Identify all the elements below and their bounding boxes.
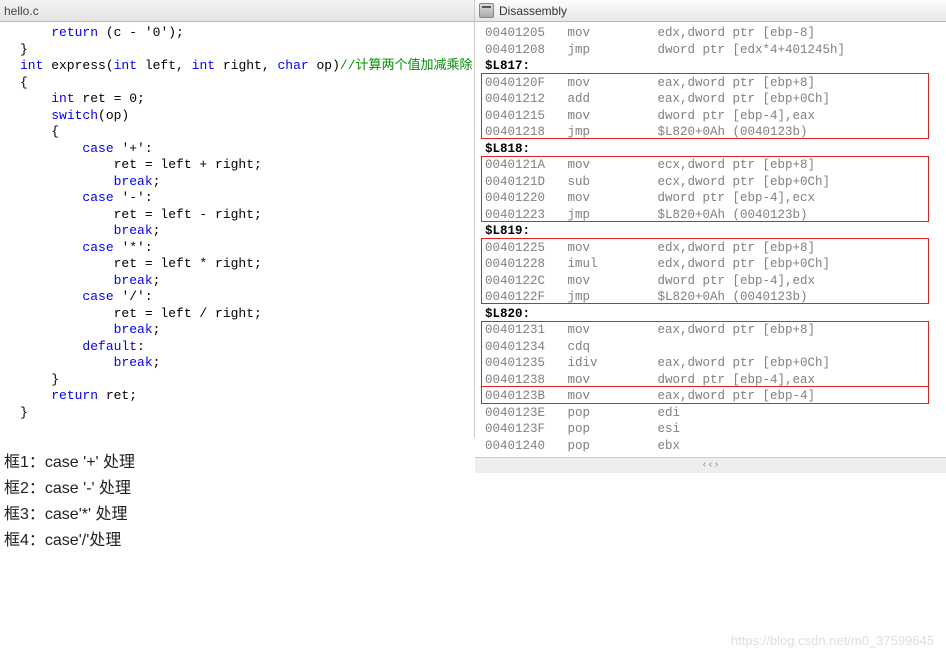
asm-row: 00401212 add eax,dword ptr [ebp+0Ch] — [485, 91, 944, 108]
asm-row: 0040122F jmp $L820+0Ah (0040123b) — [485, 289, 944, 306]
disassembly-icon — [479, 3, 494, 18]
asm-label: $L820: — [485, 306, 944, 323]
asm-row: 00401231 mov eax,dword ptr [ebp+8] — [485, 322, 944, 339]
asm-row: 00401234 cdq — [485, 339, 944, 356]
asm-row: 0040122C mov dword ptr [ebp-4],edx — [485, 273, 944, 290]
disassembly-tab-label: Disassembly — [499, 4, 567, 18]
asm-row: 00401220 mov dword ptr [ebp-4],ecx — [485, 190, 944, 207]
disassembly-pane: Disassembly 00401205 mov edx,dword ptr [… — [475, 0, 946, 438]
asm-row: 0040120F mov eax,dword ptr [ebp+8] — [485, 75, 944, 92]
asm-row: 00401228 imul edx,dword ptr [ebp+0Ch] — [485, 256, 944, 273]
watermark: https://blog.csdn.net/m0_37599645 — [731, 633, 934, 648]
asm-row: 00401218 jmp $L820+0Ah (0040123b) — [485, 124, 944, 141]
asm-row: 0040123B mov eax,dword ptr [ebp-4] — [485, 388, 944, 405]
annotation-line: 框2：case '-' 处理 — [4, 476, 946, 502]
asm-row: 0040123F pop esi — [485, 421, 944, 438]
asm-row: 00401215 mov dword ptr [ebp-4],eax — [485, 108, 944, 125]
asm-row: 0040121D sub ecx,dword ptr [ebp+0Ch] — [485, 174, 944, 191]
asm-row: 0040123E pop edi — [485, 405, 944, 422]
source-tab-label: hello.c — [4, 4, 39, 18]
asm-label: $L817: — [485, 58, 944, 75]
disassembly-area[interactable]: 00401205 mov edx,dword ptr [ebp-8] 00401… — [475, 22, 946, 457]
asm-row: 00401238 mov dword ptr [ebp-4],eax — [485, 372, 944, 389]
source-pane: hello.c return (c - '0'); } int express(… — [0, 0, 475, 438]
disassembly-tab[interactable]: Disassembly — [475, 0, 946, 22]
asm-row: 0040121A mov ecx,dword ptr [ebp+8] — [485, 157, 944, 174]
source-code-area[interactable]: return (c - '0'); } int express(int left… — [0, 22, 474, 424]
asm-label: $L819: — [485, 223, 944, 240]
asm-row: 00401240 pop ebx — [485, 438, 944, 455]
asm-row: 00401235 idiv eax,dword ptr [ebp+0Ch] — [485, 355, 944, 372]
horizontal-scrollbar[interactable]: ‹‹› — [475, 457, 946, 473]
annotation-line: 框3：case'*' 处理 — [4, 502, 946, 528]
asm-row: 00401223 jmp $L820+0Ah (0040123b) — [485, 207, 944, 224]
source-tab[interactable]: hello.c — [0, 0, 474, 22]
asm-row: 00401225 mov edx,dword ptr [ebp+8] — [485, 240, 944, 257]
asm-row: 00401205 mov edx,dword ptr [ebp-8] — [485, 25, 944, 42]
asm-label: $L818: — [485, 141, 944, 158]
asm-row: 00401208 jmp dword ptr [edx*4+401245h] — [485, 42, 944, 59]
annotation-line: 框4：case'/'处理 — [4, 528, 946, 554]
